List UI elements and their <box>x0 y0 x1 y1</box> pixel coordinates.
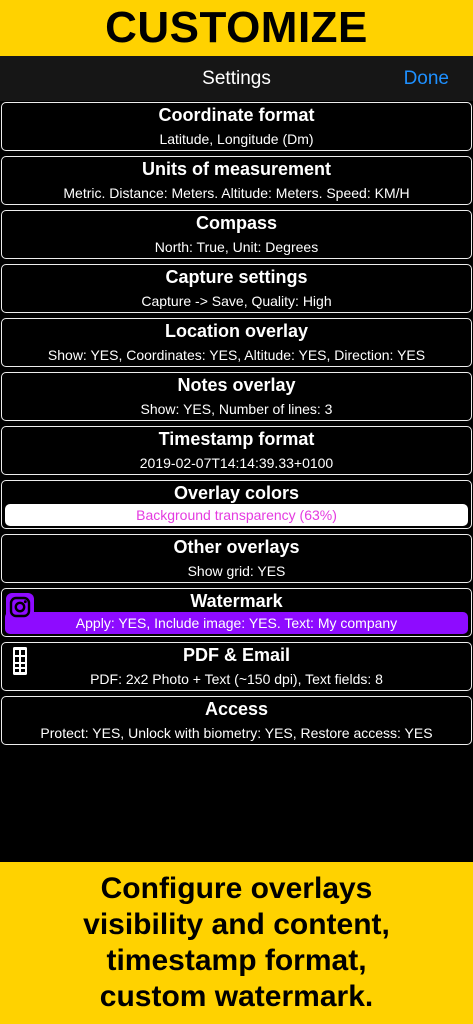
setting-coordinate-format[interactable]: Coordinate format Latitude, Longitude (D… <box>1 102 472 151</box>
app-screen: CUSTOMIZE Settings Done Coordinate forma… <box>0 0 473 1024</box>
setting-overlay-colors[interactable]: Overlay colors Background transparency (… <box>1 480 472 529</box>
setting-title: Capture settings <box>165 267 308 287</box>
instagram-icon <box>6 593 34 621</box>
setting-value: PDF: 2x2 Photo + Text (~150 dpi), Text f… <box>90 671 383 687</box>
setting-units-of-measurement[interactable]: Units of measurement Metric. Distance: M… <box>1 156 472 205</box>
setting-notes-overlay[interactable]: Notes overlay Show: YES, Number of lines… <box>1 372 472 421</box>
setting-value: Capture -> Save, Quality: High <box>141 293 332 309</box>
settings-list: Coordinate format Latitude, Longitude (D… <box>0 102 473 750</box>
setting-watermark[interactable]: Watermark Apply: YES, Include image: YES… <box>1 588 472 637</box>
watermark-value-pill: Apply: YES, Include image: YES. Text: My… <box>5 612 468 634</box>
setting-title: PDF & Email <box>182 645 291 665</box>
setting-value: 2019-02-07T14:14:39.33+0100 <box>139 455 334 471</box>
setting-timestamp-format[interactable]: Timestamp format 2019-02-07T14:14:39.33+… <box>1 426 472 475</box>
setting-title: Watermark <box>190 591 283 611</box>
promo-caption-line: visibility and content, <box>83 908 390 941</box>
setting-value: Show: YES, Number of lines: 3 <box>140 401 333 417</box>
setting-title: Location overlay <box>164 321 309 341</box>
setting-value: Show: YES, Coordinates: YES, Altitude: Y… <box>47 347 426 363</box>
setting-capture-settings[interactable]: Capture settings Capture -> Save, Qualit… <box>1 264 472 313</box>
setting-compass[interactable]: Compass North: True, Unit: Degrees <box>1 210 472 259</box>
setting-title: Compass <box>195 213 278 233</box>
navigation-bar: Settings Done <box>0 56 473 101</box>
nav-title: Settings <box>202 67 271 89</box>
setting-title: Coordinate format <box>158 105 315 125</box>
setting-value: Metric. Distance: Meters. Altitude: Mete… <box>63 185 410 201</box>
setting-title: Other overlays <box>173 537 300 557</box>
setting-value: Protect: YES, Unlock with biometry: YES,… <box>40 725 433 741</box>
setting-value: Show grid: YES <box>187 563 286 579</box>
transparency-value-pill: Background transparency (63%) <box>5 504 468 526</box>
setting-title: Access <box>204 699 269 719</box>
setting-title: Timestamp format <box>158 429 315 449</box>
setting-title: Notes overlay <box>177 375 296 395</box>
promo-banner-top: CUSTOMIZE <box>0 0 473 56</box>
setting-value: North: True, Unit: Degrees <box>154 239 319 255</box>
setting-other-overlays[interactable]: Other overlays Show grid: YES <box>1 534 472 583</box>
setting-title: Units of measurement <box>141 159 332 179</box>
setting-pdf-email[interactable]: PDF & Email PDF: 2x2 Photo + Text (~150 … <box>1 642 472 691</box>
setting-value: Latitude, Longitude (Dm) <box>159 131 314 147</box>
promo-title: CUSTOMIZE <box>105 3 368 52</box>
pdf-layout-icon <box>6 647 34 675</box>
done-button[interactable]: Done <box>404 56 449 101</box>
promo-caption-line: timestamp format, <box>106 944 367 977</box>
setting-access[interactable]: Access Protect: YES, Unlock with biometr… <box>1 696 472 745</box>
promo-banner-bottom: Configure overlays visibility and conten… <box>0 862 473 1024</box>
setting-location-overlay[interactable]: Location overlay Show: YES, Coordinates:… <box>1 318 472 367</box>
promo-caption-line: custom watermark. <box>99 980 374 1013</box>
promo-caption-line: Configure overlays <box>100 872 373 905</box>
setting-title: Overlay colors <box>173 483 300 503</box>
